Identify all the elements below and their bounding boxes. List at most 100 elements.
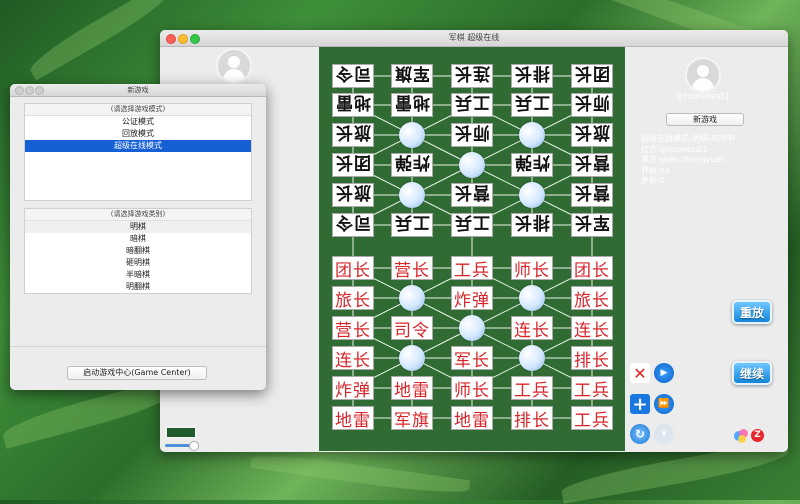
red-piece[interactable]: 连长 (332, 346, 374, 371)
red-piece[interactable]: 营长 (391, 256, 433, 281)
red-piece[interactable]: 炸弹 (451, 286, 493, 311)
black-piece[interactable]: 旅长 (332, 123, 374, 147)
black-piece[interactable]: 司令 (332, 213, 374, 237)
black-piece[interactable]: 师长 (571, 93, 613, 117)
red-piece[interactable]: 师长 (511, 256, 553, 281)
red-piece[interactable]: 工兵 (571, 406, 613, 431)
new-game-titlebar: 新游戏 (10, 84, 266, 97)
black-piece[interactable]: 团长 (332, 153, 374, 177)
background-leaf (249, 449, 471, 499)
red-piece[interactable]: 地雷 (391, 376, 433, 401)
black-piece[interactable]: 军长 (571, 213, 613, 237)
black-piece[interactable]: 地雷 (332, 93, 374, 117)
red-piece[interactable]: 司令 (391, 316, 433, 341)
color-swatch[interactable] (165, 426, 197, 439)
red-piece[interactable]: 旅长 (332, 286, 374, 311)
red-piece[interactable]: 工兵 (511, 376, 553, 401)
red-piece[interactable]: 旅长 (571, 286, 613, 311)
type-option[interactable]: 半暗棋 (25, 269, 251, 281)
fast-forward-button[interactable]: ⏩ (654, 394, 674, 414)
black-piece[interactable]: 旅长 (332, 183, 374, 207)
zoom-window-button[interactable] (190, 34, 200, 44)
black-piece[interactable]: 工兵 (391, 213, 433, 237)
black-piece[interactable]: 连长 (451, 64, 493, 88)
add-button[interactable]: + (630, 393, 650, 415)
red-piece[interactable]: 地雷 (332, 406, 374, 431)
red-piece[interactable]: 军长 (451, 346, 493, 371)
close-window-button[interactable] (166, 34, 176, 44)
zoom-window-button[interactable] (35, 86, 44, 95)
opponent-avatar (216, 48, 252, 84)
replay-button[interactable]: 重放 (732, 300, 772, 324)
type-option[interactable]: 暗翻棋 (25, 245, 251, 257)
type-list[interactable]: (请选择游戏类别) 明棋 暗棋 暗翻棋 砸明棋 半暗棋 明翻棋 (24, 208, 252, 294)
red-piece[interactable]: 连长 (511, 316, 553, 341)
red-piece[interactable]: 团长 (332, 256, 374, 281)
black-piece[interactable]: 炸弹 (391, 153, 433, 177)
black-piece[interactable]: 排长 (511, 213, 553, 237)
game-center-button[interactable]: 启动游戏中心(Game Center) (67, 366, 207, 380)
red-piece[interactable]: 营长 (332, 316, 374, 341)
camp-cell[interactable] (399, 182, 425, 208)
black-piece[interactable]: 司令 (332, 64, 374, 88)
main-titlebar: 军棋 超级在线 (160, 30, 788, 47)
red-piece[interactable]: 团长 (571, 256, 613, 281)
camp-cell[interactable] (459, 315, 485, 341)
minimize-window-button[interactable] (178, 34, 188, 44)
info-mode: 超级在线模式-明棋-布阵中 (641, 134, 735, 143)
red-piece[interactable]: 排长 (511, 406, 553, 431)
cancel-move-button[interactable]: ✕ (630, 363, 650, 383)
black-piece[interactable]: 炸弹 (511, 153, 553, 177)
camp-cell[interactable] (519, 122, 545, 148)
camp-cell[interactable] (519, 285, 545, 311)
camp-cell[interactable] (399, 285, 425, 311)
continue-button[interactable]: 继续 (732, 361, 772, 385)
close-window-button[interactable] (15, 86, 24, 95)
type-option[interactable]: 明翻棋 (25, 281, 251, 293)
mode-option[interactable]: 超级在线模式 (25, 140, 251, 152)
black-piece[interactable]: 工兵 (511, 93, 553, 117)
game-board[interactable]: 司令 军旗 连长 排长 团长 地雷 地雷 工兵 工兵 师长 旅长 师长 旅长 团长 炸弹 炸弹 营长 旅长 营长 营长… (319, 47, 625, 451)
mode-list[interactable]: (请选择游戏模式) 公证模式 回放模式 超级在线模式 (24, 103, 252, 201)
type-option[interactable]: 砸明棋 (25, 257, 251, 269)
red-piece[interactable]: 地雷 (451, 406, 493, 431)
black-piece[interactable]: 营长 (571, 153, 613, 177)
black-piece[interactable]: 工兵 (451, 213, 493, 237)
zoom-slider-track[interactable] (165, 441, 199, 451)
zoom-slider-thumb[interactable] (189, 441, 199, 451)
red-piece[interactable]: 工兵 (451, 256, 493, 281)
pause-icon: ⏸ (661, 429, 667, 439)
red-piece[interactable]: 排长 (571, 346, 613, 371)
red-piece[interactable]: 工兵 (571, 376, 613, 401)
refresh-button[interactable]: ↻ (630, 424, 650, 444)
mode-option[interactable]: 公证模式 (25, 116, 251, 128)
type-option[interactable]: 明棋 (25, 221, 251, 233)
camp-cell[interactable] (519, 345, 545, 371)
camp-cell[interactable] (519, 182, 545, 208)
black-piece[interactable]: 团长 (571, 64, 613, 88)
black-piece[interactable]: 排长 (511, 64, 553, 88)
black-piece[interactable]: 旅长 (571, 123, 613, 147)
red-piece[interactable]: 炸弹 (332, 376, 374, 401)
pause-button[interactable]: ⏸ (654, 424, 674, 444)
black-piece[interactable]: 军旗 (391, 64, 433, 88)
black-piece[interactable]: 营长 (451, 183, 493, 207)
red-piece[interactable]: 军旗 (391, 406, 433, 431)
play-button[interactable]: ▶ (654, 363, 674, 383)
mode-option[interactable]: 回放模式 (25, 128, 251, 140)
type-option[interactable]: 暗棋 (25, 233, 251, 245)
new-game-button[interactable]: 新游戏 (666, 113, 744, 126)
black-piece[interactable]: 工兵 (451, 93, 493, 117)
camp-cell[interactable] (399, 122, 425, 148)
zoom-control[interactable] (165, 426, 199, 451)
plus-icon: + (632, 393, 648, 415)
red-piece[interactable]: 师长 (451, 376, 493, 401)
red-piece[interactable]: 连长 (571, 316, 613, 341)
camp-cell[interactable] (459, 152, 485, 178)
minimize-window-button[interactable] (25, 86, 34, 95)
game-center-icon[interactable]: Z (734, 428, 764, 444)
black-piece[interactable]: 地雷 (391, 93, 433, 117)
camp-cell[interactable] (399, 345, 425, 371)
black-piece[interactable]: 师长 (451, 123, 493, 147)
black-piece[interactable]: 营长 (571, 183, 613, 207)
